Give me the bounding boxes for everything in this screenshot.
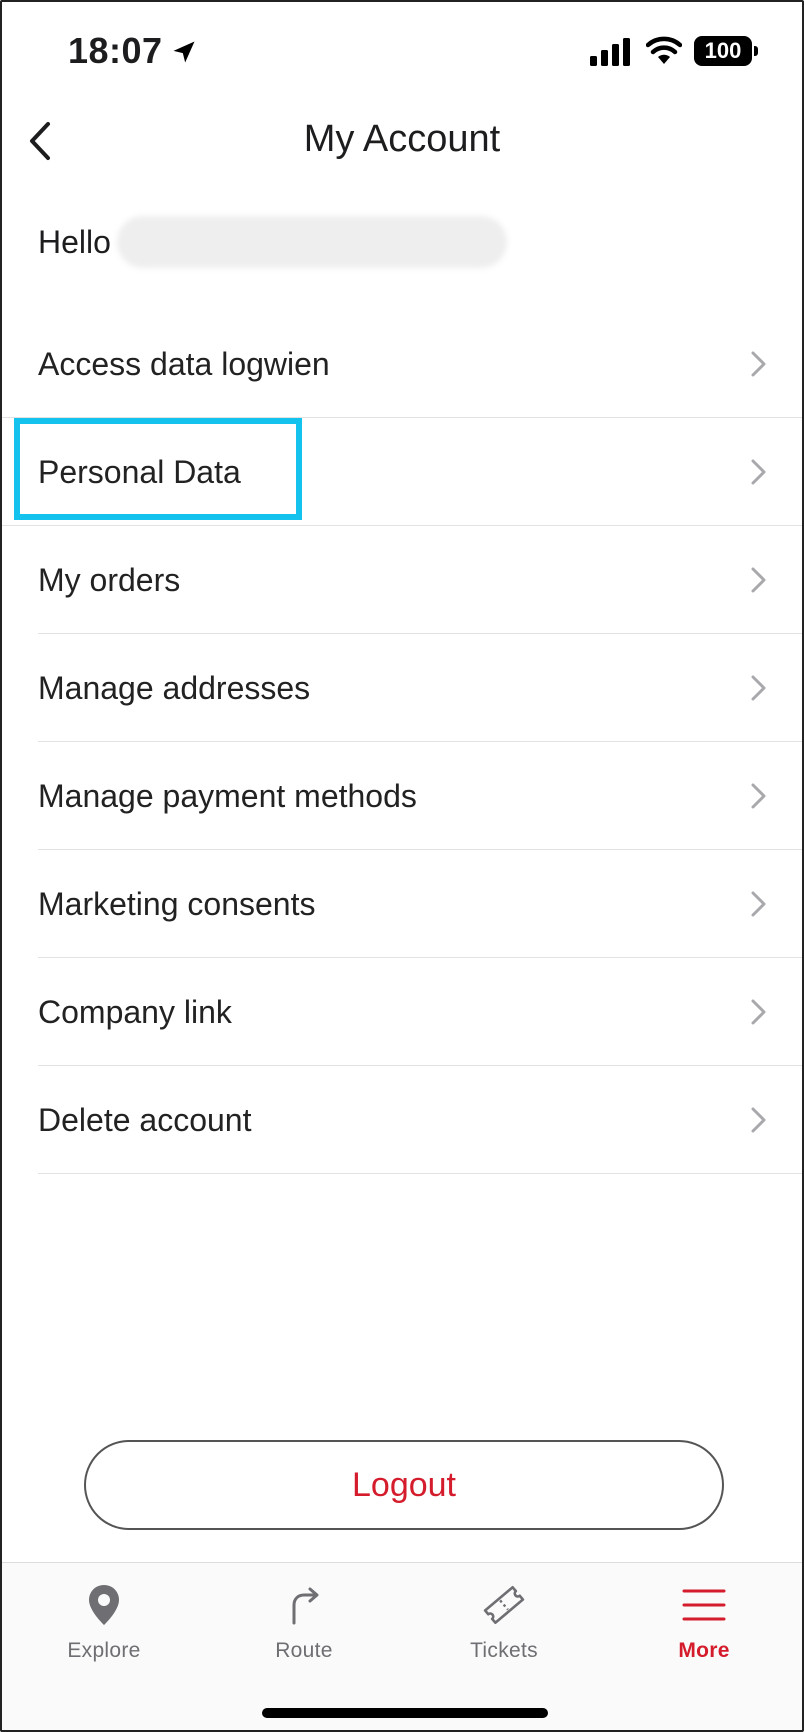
tab-label: Tickets: [470, 1639, 538, 1662]
map-pin-icon: [89, 1585, 119, 1625]
menu-item-manage-addresses[interactable]: Manage addresses: [2, 634, 802, 742]
route-arrow-icon: [292, 1587, 319, 1625]
menu-item-delete-account[interactable]: Delete account: [2, 1066, 802, 1174]
home-indicator: [262, 1708, 548, 1718]
status-time: 18:07: [68, 30, 163, 71]
menu-item-my-orders[interactable]: My orders: [2, 526, 802, 634]
tab-tickets[interactable]: Tickets: [404, 1563, 604, 1673]
nav-header: My Account: [2, 102, 802, 182]
tab-label: Explore: [67, 1639, 141, 1662]
chevron-right-icon: [751, 459, 766, 485]
tab-explore[interactable]: Explore: [4, 1563, 204, 1673]
menu-item-label: Company link: [38, 993, 232, 1030]
chevron-right-icon: [751, 675, 766, 701]
account-menu-list: Access data logwien Personal Data My ord…: [2, 310, 802, 1174]
tab-label: Route: [275, 1639, 333, 1662]
menu-item-label: My orders: [38, 561, 181, 598]
menu-item-label: Marketing consents: [38, 885, 316, 922]
menu-item-label: Access data logwien: [38, 345, 330, 382]
status-bar: 18:07 100: [2, 2, 802, 102]
cellular-signal-icon: [590, 38, 630, 66]
redacted-user-name: [116, 216, 507, 268]
chevron-right-icon: [751, 351, 766, 377]
menu-item-company-link[interactable]: Company link: [2, 958, 802, 1066]
tab-label: More: [678, 1639, 730, 1662]
menu-item-label: Delete account: [38, 1101, 252, 1138]
menu-item-label: Manage addresses: [38, 669, 311, 706]
menu-item-personal-data[interactable]: Personal Data: [2, 418, 802, 526]
page-title: My Account: [303, 118, 501, 160]
wifi-icon: [646, 36, 682, 64]
chevron-right-icon: [751, 999, 766, 1025]
menu-item-access-data[interactable]: Access data logwien: [2, 310, 802, 418]
app-screen: 18:07 100 My Account Hello Access data l…: [0, 0, 804, 1732]
chevron-right-icon: [751, 783, 766, 809]
menu-item-marketing-consents[interactable]: Marketing consents: [2, 850, 802, 958]
tab-route[interactable]: Route: [204, 1563, 404, 1673]
bottom-tab-bar: Explore Route Tickets More: [2, 1562, 802, 1730]
battery-indicator: 100: [694, 36, 752, 66]
menu-item-label: Manage payment methods: [38, 777, 417, 814]
battery-level: 100: [704, 38, 742, 63]
greeting: Hello: [38, 216, 507, 268]
menu-item-label: Personal Data: [38, 453, 241, 490]
tab-more[interactable]: More: [604, 1563, 802, 1673]
greeting-label: Hello: [38, 223, 111, 260]
location-arrow-icon: [173, 41, 195, 63]
chevron-right-icon: [751, 567, 766, 593]
chevron-right-icon: [751, 1107, 766, 1133]
menu-item-payment-methods[interactable]: Manage payment methods: [2, 742, 802, 850]
battery-tip: [754, 46, 758, 56]
ticket-icon: [483, 1586, 525, 1624]
chevron-right-icon: [751, 891, 766, 917]
hamburger-menu-icon: [682, 1589, 726, 1621]
logout-button[interactable]: Logout: [84, 1440, 724, 1530]
